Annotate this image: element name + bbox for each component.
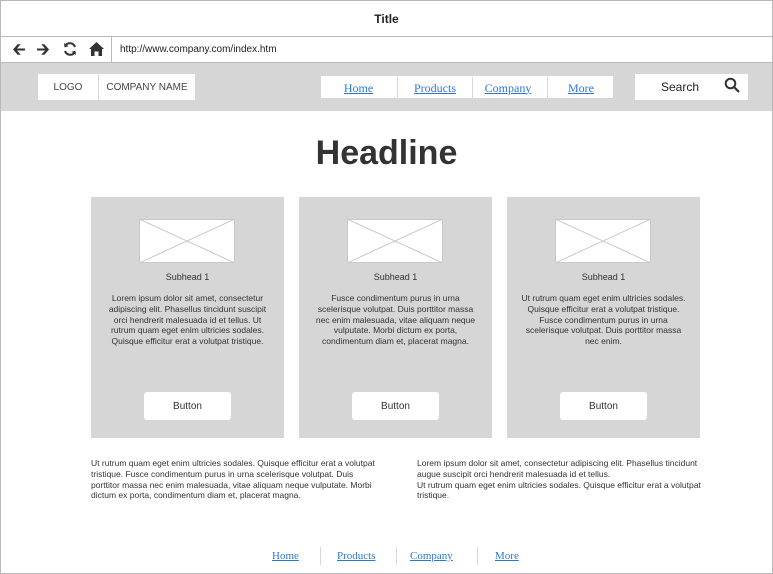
- card-subhead: Subhead 1: [581, 272, 626, 282]
- logo-text: LOGO: [53, 81, 83, 93]
- nav-divider: [547, 77, 548, 99]
- footer-divider: [477, 547, 478, 565]
- nav-company-link[interactable]: Company: [477, 78, 539, 98]
- card-button[interactable]: Button: [144, 392, 231, 420]
- company-name-text: COMPANY NAME: [106, 81, 188, 93]
- address-bar: 🡰 🡲 http://www.company.com/index.htm: [1, 37, 772, 63]
- card-text: Lorem ipsum dolor sit amet, consectetur …: [108, 293, 267, 347]
- footer-products-link[interactable]: Products: [337, 548, 376, 564]
- footer-home-link[interactable]: Home: [272, 548, 299, 564]
- text-paragraph: Ut rutrum quam eget enim ultricies sodal…: [91, 458, 375, 501]
- feature-card: Subhead 1 Ut rutrum quam eget enim ultri…: [507, 197, 700, 438]
- home-icon[interactable]: [87, 40, 105, 58]
- company-name[interactable]: COMPANY NAME: [99, 74, 195, 100]
- image-placeholder: [138, 218, 236, 264]
- page-headline: Headline: [315, 134, 458, 172]
- site-header: LOGO COMPANY NAME Home Products Company …: [1, 63, 772, 111]
- feature-card: Subhead 1 Lorem ipsum dolor sit amet, co…: [91, 197, 284, 438]
- footer-divider: [396, 547, 397, 565]
- refresh-icon[interactable]: [61, 40, 79, 58]
- card-text: Ut rutrum quam eget enim ultricies sodal…: [521, 293, 686, 347]
- card-subhead: Subhead 1: [165, 272, 210, 282]
- browser-window: Title 🡰 🡲 http://www.company.com/index.h…: [0, 0, 773, 574]
- nav-home-link[interactable]: Home: [331, 78, 386, 98]
- window-title: Title: [374, 11, 399, 26]
- text-paragraph: Lorem ipsum dolor sit amet, consectetur …: [417, 458, 701, 501]
- image-placeholder: [554, 218, 652, 264]
- url-field[interactable]: http://www.company.com/index.htm: [111, 37, 772, 62]
- nav-divider: [472, 77, 473, 99]
- nav-more-link[interactable]: More: [556, 78, 606, 98]
- nav-products-link[interactable]: Products: [405, 78, 465, 98]
- search-icon[interactable]: [724, 77, 742, 95]
- card-text: Fusce condimentum purus in urna sceleris…: [315, 293, 476, 347]
- nav-divider: [397, 77, 398, 99]
- search-box[interactable]: Search: [635, 74, 748, 100]
- card-button[interactable]: Button: [560, 392, 647, 420]
- feature-card: Subhead 1 Fusce condimentum purus in urn…: [299, 197, 492, 438]
- back-arrow-icon[interactable]: 🡰: [10, 40, 28, 58]
- card-subhead: Subhead 1: [373, 272, 418, 282]
- url-text: http://www.company.com/index.htm: [120, 44, 277, 55]
- footer-more-link[interactable]: More: [495, 548, 519, 564]
- logo[interactable]: LOGO: [38, 74, 98, 100]
- window-title-bar: Title: [1, 1, 772, 37]
- forward-arrow-icon[interactable]: 🡲: [34, 40, 52, 58]
- search-label: Search: [661, 80, 700, 94]
- card-button[interactable]: Button: [352, 392, 439, 420]
- footer-company-link[interactable]: Company: [410, 548, 453, 564]
- image-placeholder: [346, 218, 444, 264]
- footer-divider: [320, 547, 321, 565]
